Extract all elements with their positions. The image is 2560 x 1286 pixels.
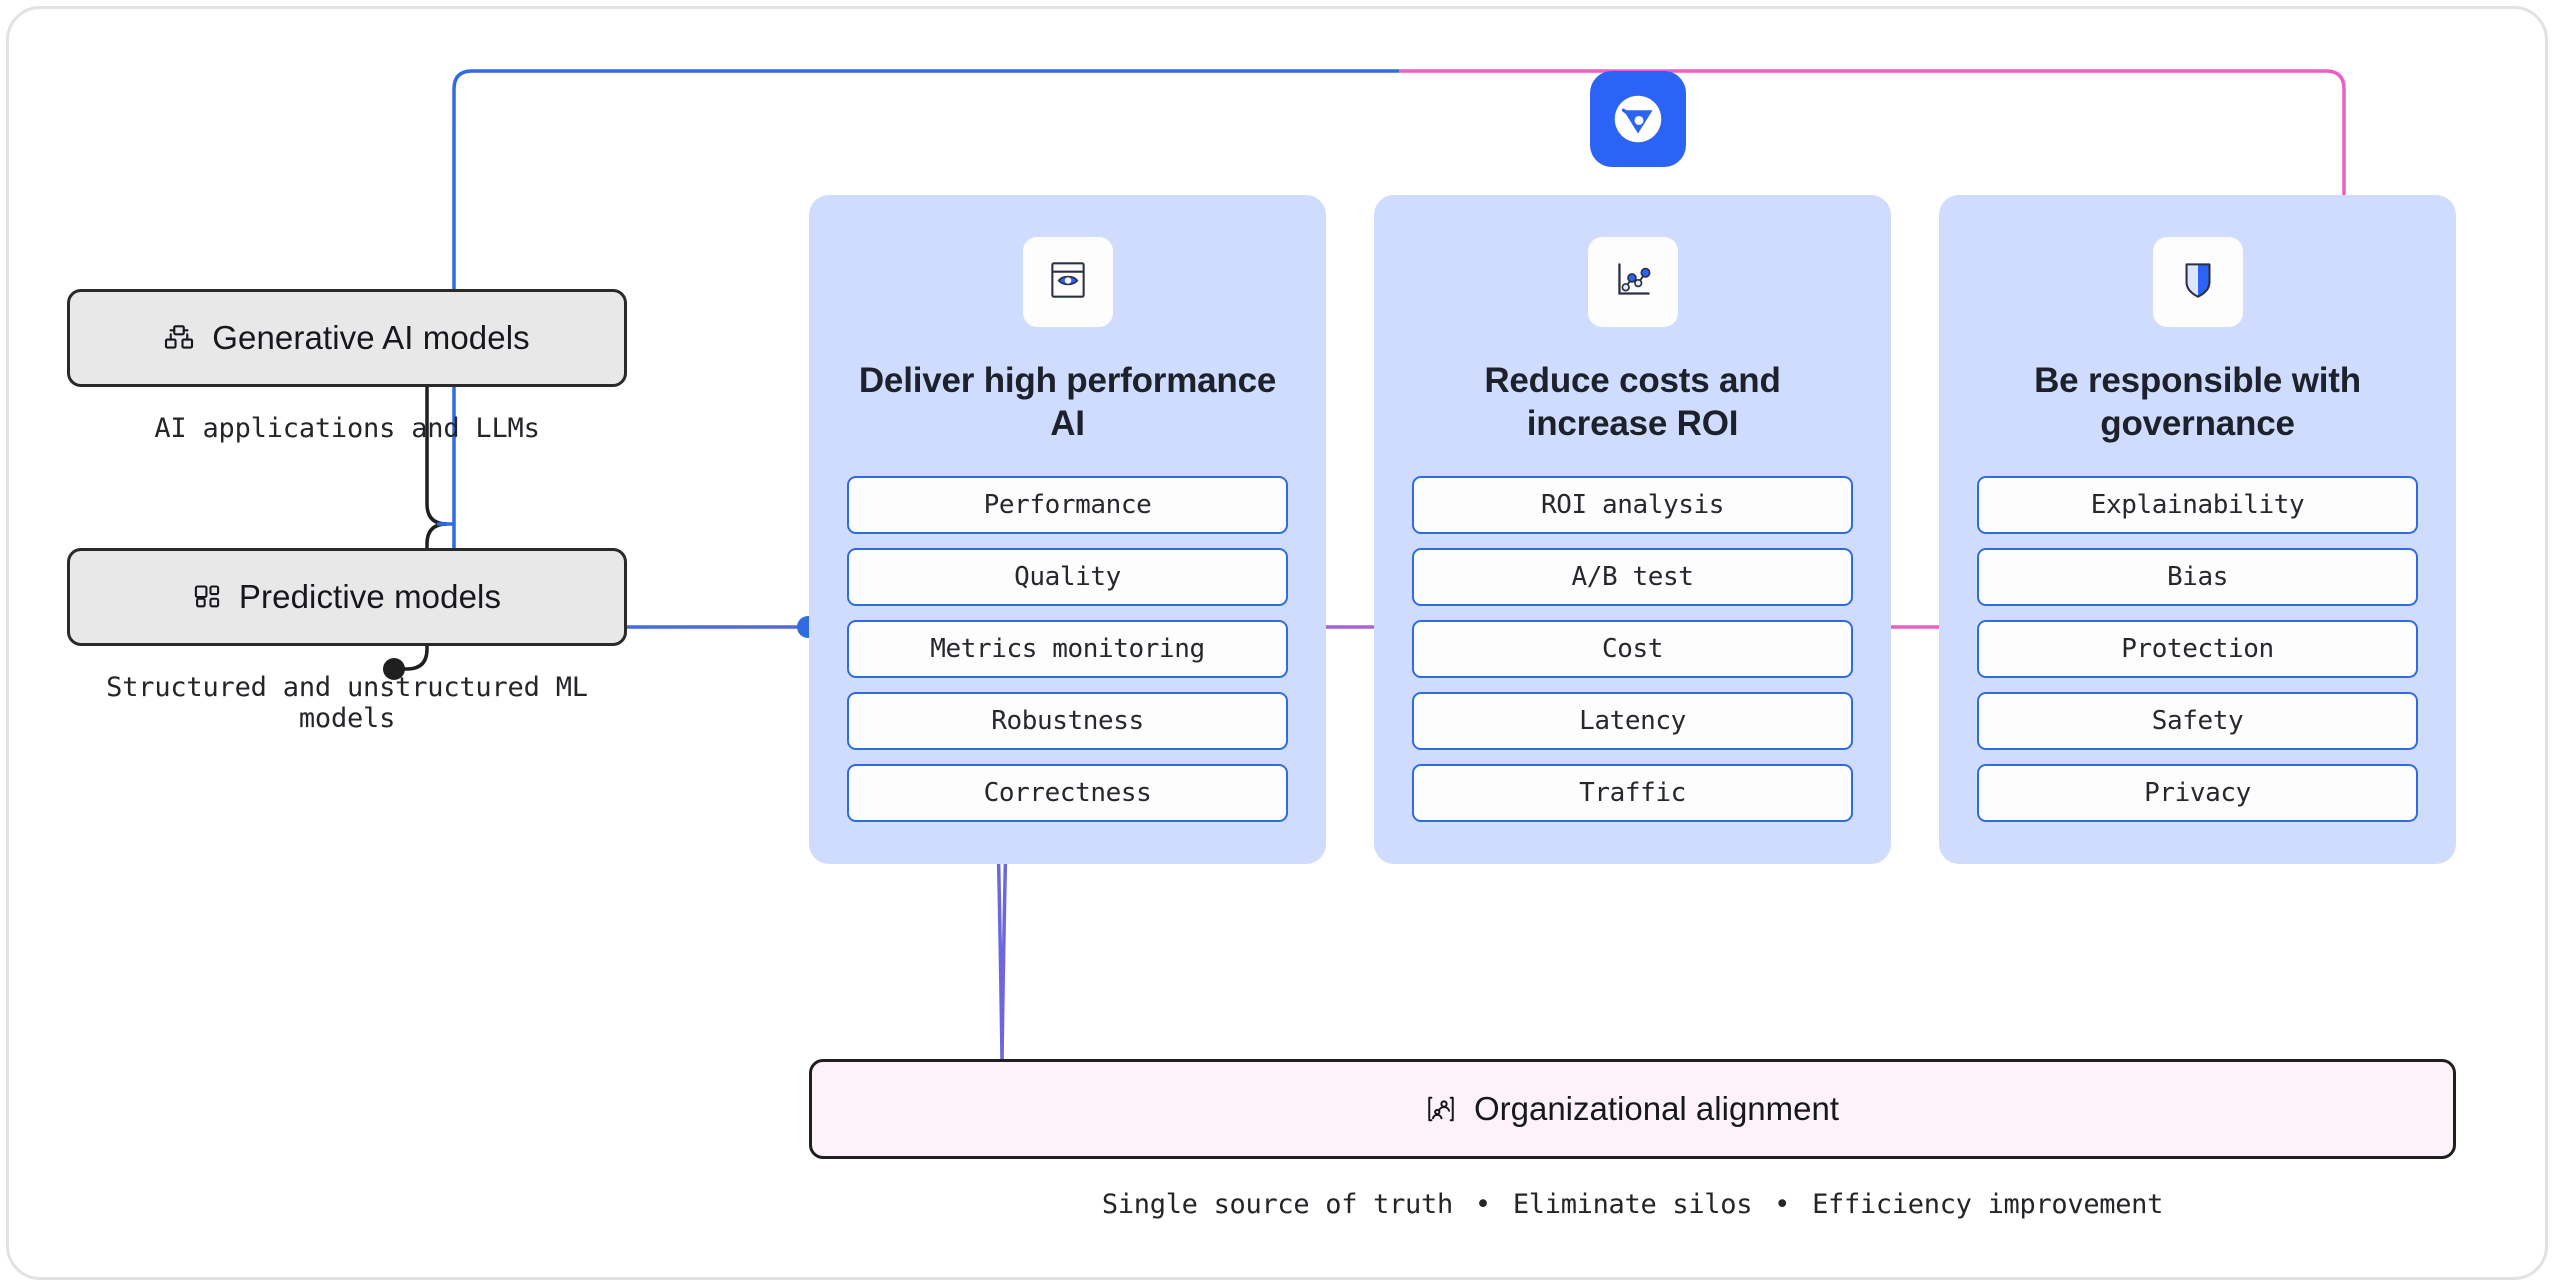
pill-item[interactable]: Quality: [847, 547, 1288, 606]
caption-part: Efficiency improvement: [1812, 1189, 2164, 1220]
caption-separator: •: [1774, 1189, 1791, 1220]
monitoring-eye-icon: [1043, 255, 1093, 310]
organizational-alignment-bar[interactable]: Organizational alignment: [809, 1059, 2456, 1159]
users-frame-icon: [1426, 1094, 1456, 1124]
pill-item[interactable]: Bias: [1977, 547, 2418, 606]
caption-part: Eliminate silos: [1512, 1189, 1753, 1220]
caption-separator: •: [1474, 1189, 1491, 1220]
card-pill-list: Explainability Bias Protection Safety Pr…: [1977, 475, 2418, 822]
card-title: Deliver high performance AI: [858, 361, 1277, 444]
pill-item[interactable]: Privacy: [1977, 763, 2418, 822]
model-types-column: Generative AI models AI applications and…: [67, 289, 637, 734]
pill-item[interactable]: Robustness: [847, 691, 1288, 750]
pill-item[interactable]: Safety: [1977, 691, 2418, 750]
pill-item[interactable]: Metrics monitoring: [847, 619, 1288, 678]
pill-item[interactable]: Cost: [1412, 619, 1853, 678]
diagram-canvas: Generative AI models AI applications and…: [6, 6, 2548, 1280]
pill-item[interactable]: Protection: [1977, 619, 2418, 678]
evidently-logo-icon: [1590, 71, 1686, 167]
card-be-responsible-with-governance[interactable]: Be responsible with governance Explainab…: [1939, 195, 2456, 864]
card-deliver-high-performance-ai[interactable]: Deliver high performance AI Performance …: [809, 195, 1326, 864]
pill-item[interactable]: ROI analysis: [1412, 475, 1853, 534]
model-caption-predictive: Structured and unstructured ML models: [106, 672, 588, 734]
model-box-label: Generative AI models: [212, 319, 530, 356]
card-title: Reduce costs and increase ROI: [1484, 361, 1781, 444]
card-pill-list: Performance Quality Metrics monitoring R…: [847, 475, 1288, 822]
pill-item[interactable]: Traffic: [1412, 763, 1853, 822]
model-box-predictive[interactable]: Predictive models: [67, 548, 627, 646]
pill-item[interactable]: Performance: [847, 475, 1288, 534]
model-box-generative-ai[interactable]: Generative AI models: [67, 289, 627, 387]
card-pill-list: ROI analysis A/B test Cost Latency Traff…: [1412, 475, 1853, 822]
caption-part: Single source of truth: [1101, 1189, 1453, 1220]
card-reduce-costs-increase-roi[interactable]: Reduce costs and increase ROI ROI analys…: [1374, 195, 1891, 864]
model-box-label: Predictive models: [238, 578, 502, 615]
pill-item[interactable]: A/B test: [1412, 547, 1853, 606]
organizational-alignment-caption: Single source of truth • Eliminate silos…: [809, 1189, 2456, 1220]
model-caption-generative-ai: AI applications and LLMs: [154, 413, 540, 444]
card-icon-tile: [2152, 237, 2243, 327]
boxes-icon: [164, 323, 194, 353]
shield-icon: [2173, 255, 2223, 310]
pill-item[interactable]: Correctness: [847, 763, 1288, 822]
pill-item[interactable]: Latency: [1412, 691, 1853, 750]
line-chart-icon: [1608, 255, 1658, 310]
organizational-alignment-label: Organizational alignment: [1473, 1090, 1840, 1127]
card-icon-tile: [1022, 237, 1113, 327]
pill-item[interactable]: Explainability: [1977, 475, 2418, 534]
layout-dashboard-icon: [193, 583, 221, 611]
card-title: Be responsible with governance: [2034, 361, 2361, 444]
card-icon-tile: [1587, 237, 1678, 327]
pillar-cards: Deliver high performance AI Performance …: [809, 195, 2456, 864]
